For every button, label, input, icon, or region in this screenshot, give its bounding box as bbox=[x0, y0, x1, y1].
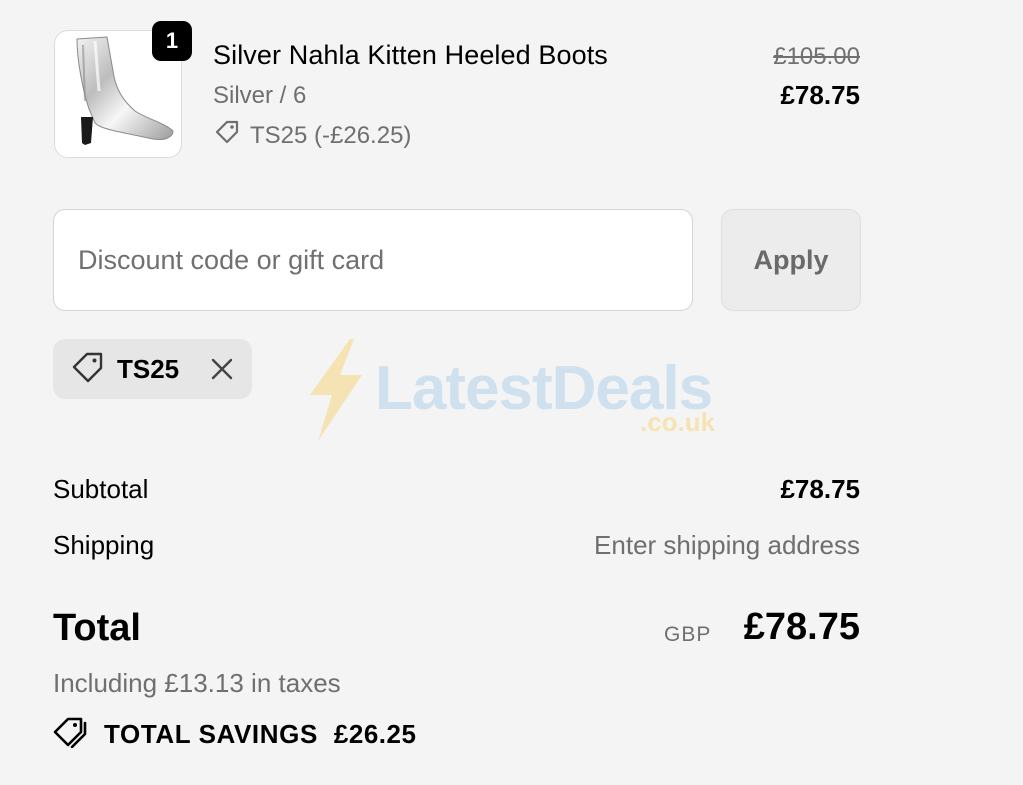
watermark-logo: LatestDeals .co.uk bbox=[300, 335, 740, 445]
watermark-domain: .co.uk bbox=[640, 407, 716, 437]
savings-value: £26.25 bbox=[333, 719, 417, 749]
quantity-badge: 1 bbox=[152, 21, 192, 61]
taxes-note: Including £13.13 in taxes bbox=[53, 668, 341, 698]
apply-button[interactable]: Apply bbox=[721, 209, 861, 311]
total-label: Total bbox=[53, 607, 141, 649]
watermark-brand: LatestDeals bbox=[375, 354, 713, 423]
savings-tag-icon bbox=[53, 716, 89, 753]
shipping-value: Enter shipping address bbox=[594, 530, 860, 560]
total-value: £78.75 bbox=[743, 606, 860, 648]
remove-code-button[interactable] bbox=[207, 354, 237, 384]
price-current: £78.75 bbox=[780, 80, 860, 110]
product-discount-text: TS25 (-£26.25) bbox=[250, 121, 412, 149]
applied-code-label: TS25 bbox=[117, 353, 180, 384]
subtotal-label: Subtotal bbox=[53, 474, 149, 504]
subtotal-value: £78.75 bbox=[780, 474, 860, 504]
total-currency: GBP bbox=[664, 623, 712, 646]
product-name: Silver Nahla Kitten Heeled Boots bbox=[213, 40, 608, 70]
applied-code-chip: TS25 bbox=[53, 339, 252, 399]
close-icon bbox=[211, 358, 233, 380]
tag-icon bbox=[71, 350, 105, 389]
total-savings: TOTAL SAVINGS £26.25 bbox=[53, 716, 416, 753]
shipping-label: Shipping bbox=[53, 530, 155, 560]
discount-code-input[interactable] bbox=[53, 209, 693, 311]
savings-label: TOTAL SAVINGS bbox=[104, 719, 318, 749]
order-summary: 1 Silver Nahla Kitten Heeled Boots Silve… bbox=[0, 0, 1023, 785]
product-discount-line: TS25 (-£26.25) bbox=[213, 118, 411, 153]
product-variant: Silver / 6 bbox=[213, 82, 307, 109]
price-original: £105.00 bbox=[773, 43, 860, 70]
tag-icon bbox=[213, 118, 241, 153]
